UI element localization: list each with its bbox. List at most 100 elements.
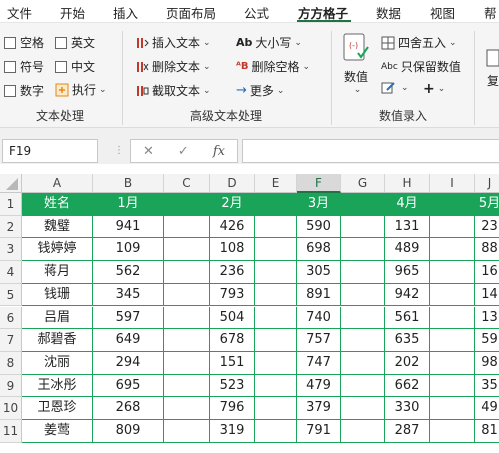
table-cell[interactable]: 钱珊 [22, 283, 93, 307]
table-cell[interactable]: 649 [93, 329, 164, 352]
table-cell[interactable]: 942 [385, 283, 430, 307]
table-cell[interactable]: 59 [475, 329, 499, 352]
table-cell[interactable]: 965 [385, 261, 430, 284]
table-cell[interactable]: 13 [475, 307, 499, 330]
table-cell[interactable] [255, 374, 297, 398]
table-header-cell[interactable]: 1月 [93, 193, 164, 216]
name-box[interactable]: F19 [2, 139, 98, 163]
column-header-h[interactable]: H [385, 174, 430, 193]
table-cell[interactable]: 891 [297, 283, 341, 307]
table-cell[interactable]: 793 [210, 283, 255, 307]
table-cell[interactable]: 489 [385, 238, 430, 262]
column-header-i[interactable]: I [430, 174, 475, 193]
table-cell[interactable]: 35 [475, 375, 499, 398]
table-cell[interactable] [341, 329, 385, 352]
table-cell[interactable] [164, 329, 210, 352]
table-cell[interactable]: 沈丽 [22, 351, 93, 375]
table-cell[interactable]: 23 [475, 216, 499, 239]
row-header-7[interactable]: 7 [0, 329, 22, 352]
table-cell[interactable]: 757 [297, 329, 341, 352]
table-cell[interactable]: 695 [93, 374, 164, 398]
table-cell[interactable] [430, 306, 475, 330]
table-cell[interactable] [430, 351, 475, 375]
table-cell[interactable] [164, 420, 210, 443]
table-cell[interactable] [341, 351, 385, 375]
table-cell[interactable] [341, 215, 385, 239]
table-cell[interactable]: 796 [210, 397, 255, 420]
table-cell[interactable]: 345 [93, 283, 164, 307]
delete-space-button[interactable]: ᴬB 删除空格 ⌄ [236, 58, 310, 75]
table-cell[interactable] [255, 283, 297, 307]
table-cell[interactable]: 钱婷婷 [22, 238, 93, 262]
table-cell[interactable]: 蒋月 [22, 261, 93, 284]
table-cell[interactable]: 魏璧 [22, 215, 93, 239]
table-cell[interactable] [255, 261, 297, 284]
table-cell[interactable] [255, 238, 297, 262]
extract-text-button[interactable]: 截取文本 ⌄ [135, 82, 211, 99]
tab-file[interactable]: 文件 [7, 3, 32, 22]
table-cell[interactable]: 747 [297, 351, 341, 375]
table-cell[interactable] [341, 238, 385, 262]
table-header-cell[interactable]: 5月 [475, 193, 499, 216]
add-button[interactable]: + ⌄ [423, 81, 445, 97]
tab-page-layout[interactable]: 页面布局 [166, 3, 216, 22]
check-number[interactable]: 数字 [4, 82, 44, 99]
table-cell[interactable]: 236 [210, 261, 255, 284]
table-cell[interactable] [164, 397, 210, 420]
table-cell[interactable]: 590 [297, 215, 341, 239]
column-header-j[interactable]: J [475, 174, 499, 193]
table-cell[interactable]: 426 [210, 215, 255, 239]
cancel-icon[interactable]: ✕ [143, 144, 154, 159]
table-cell[interactable]: 16 [475, 261, 499, 284]
table-cell[interactable]: 523 [210, 374, 255, 398]
table-cell[interactable] [255, 329, 297, 352]
table-cell[interactable]: 305 [297, 261, 341, 284]
table-cell[interactable] [341, 283, 385, 307]
row-header-10[interactable]: 10 [0, 397, 22, 420]
table-cell[interactable]: 662 [385, 374, 430, 398]
table-cell[interactable]: 479 [297, 374, 341, 398]
table-cell[interactable]: 287 [385, 420, 430, 443]
table-cell[interactable] [430, 397, 475, 420]
row-header-1[interactable]: 1 [0, 193, 22, 216]
row-header-9[interactable]: 9 [0, 374, 22, 398]
table-cell[interactable]: 郝碧香 [22, 329, 93, 352]
tab-data[interactable]: 数据 [376, 3, 401, 22]
tab-help[interactable]: 帮 [484, 3, 497, 22]
table-header-cell[interactable]: 3月 [297, 193, 341, 216]
check-chinese[interactable]: 中文 [55, 58, 95, 75]
formula-input[interactable] [242, 139, 499, 163]
table-cell[interactable] [430, 215, 475, 239]
insert-text-button[interactable]: 插入文本 ⌄ [135, 34, 211, 51]
delete-text-button[interactable]: 删除文本 ⌄ [135, 58, 211, 75]
select-all-corner[interactable] [0, 174, 22, 193]
tab-insert[interactable]: 插入 [113, 3, 138, 22]
table-cell[interactable] [255, 215, 297, 239]
check-space[interactable]: 空格 [4, 34, 44, 51]
table-header-cell[interactable]: 4月 [385, 193, 430, 216]
table-header-cell[interactable]: 2月 [210, 193, 255, 216]
table-header-cell[interactable]: 姓名 [22, 193, 93, 216]
number-button[interactable]: (-) 数值 ⌄ [342, 33, 370, 95]
table-cell[interactable] [164, 215, 210, 239]
insert-function-icon[interactable]: fx [213, 144, 225, 159]
table-cell[interactable]: 330 [385, 397, 430, 420]
table-cell[interactable]: 109 [93, 238, 164, 262]
table-cell[interactable]: 791 [297, 420, 341, 443]
table-cell[interactable] [255, 306, 297, 330]
tab-view[interactable]: 视图 [430, 3, 455, 22]
table-cell[interactable] [255, 397, 297, 420]
tab-home[interactable]: 开始 [60, 3, 85, 22]
row-header-3[interactable]: 3 [0, 238, 22, 262]
column-header-f[interactable]: F [297, 174, 341, 193]
round-button[interactable]: 四舍五入 ⌄ [381, 34, 457, 51]
table-cell[interactable] [341, 306, 385, 330]
row-header-8[interactable]: 8 [0, 351, 22, 375]
table-cell[interactable]: 698 [297, 238, 341, 262]
table-cell[interactable]: 49 [475, 397, 499, 420]
table-cell[interactable] [430, 261, 475, 284]
table-cell[interactable] [164, 238, 210, 262]
table-cell[interactable] [430, 283, 475, 307]
table-cell[interactable]: 88 [475, 238, 499, 262]
execute-button[interactable]: 执行 ⌄ [55, 81, 107, 98]
